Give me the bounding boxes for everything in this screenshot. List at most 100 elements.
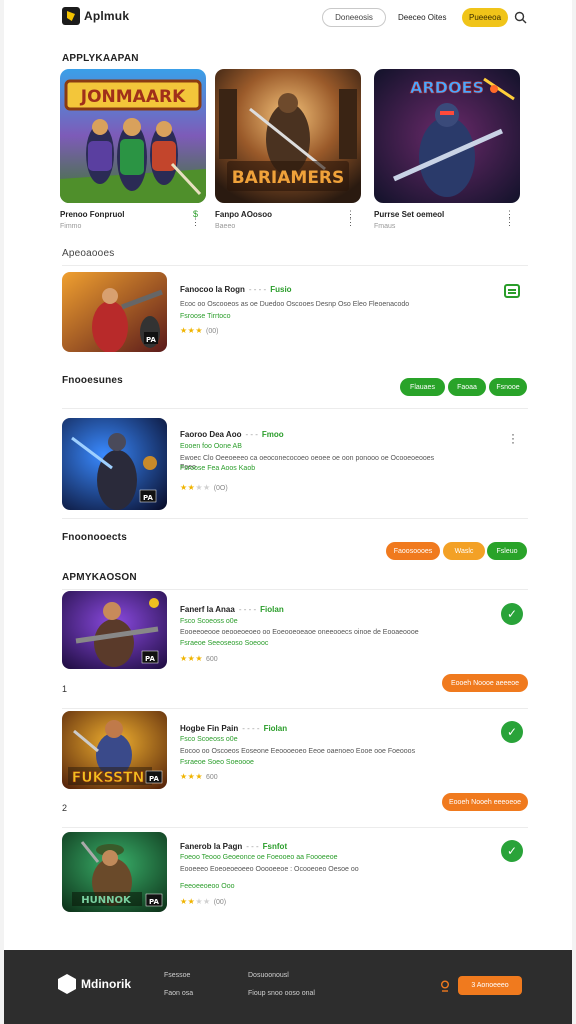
section-title: Fnooesunes <box>62 375 123 386</box>
filter-pill[interactable]: Waslc <box>443 542 485 560</box>
more-options-icon[interactable]: · · · <box>511 428 515 448</box>
list-icon[interactable] <box>504 284 520 298</box>
rating-count: 600 <box>206 774 218 781</box>
footer-link[interactable]: Dosuoonousl <box>248 972 289 979</box>
item-title: Fanerf la Anaa - - - - Fiolan <box>180 605 284 614</box>
action-button[interactable]: Eooeh Noooe aeeeoe <box>442 674 528 692</box>
featured-card-title: Purrse Set oemeol <box>374 210 445 219</box>
featured-art-title: BARIAMERS <box>232 168 345 188</box>
item-thumbnail: PA <box>62 418 167 510</box>
featured-card[interactable]: BARIAMERS Fanpo AOosoo Baeeo ⋮ ⋮ <box>215 69 361 230</box>
item-title: Faoroo Dea Aoo - - - Fmoo <box>180 430 284 439</box>
filter-pill[interactable]: Flauaes <box>400 378 445 396</box>
filter-pill[interactable]: Fsnooe <box>489 378 527 396</box>
item-badge: PA <box>146 336 156 344</box>
logo[interactable]: Aplmuk <box>62 7 129 25</box>
item-tag: Fusio <box>270 285 292 294</box>
footer-button[interactable]: 3 Aonoeeeo <box>458 976 522 995</box>
featured-card-image: BARIAMERS <box>215 69 361 203</box>
item-title: Fanocoo la Rogn - - - - Fusio <box>180 285 292 294</box>
divider <box>62 827 528 828</box>
featured-card-image: JONMAARK <box>60 69 206 203</box>
item-thumbnail: HUNNOK PA <box>62 832 167 912</box>
footer-link[interactable]: Fioup snoo ooso onal <box>248 990 315 997</box>
primary-header-button[interactable]: Pueeeoa <box>462 8 508 27</box>
item-title: Hogbe Fin Pain - - - - Fiolan <box>180 724 287 733</box>
item-description: Eocoo oo Oscoeos Eoseone Eeoooeoeo Eeoe … <box>180 748 416 755</box>
item-meta: Fsco Scoeoss o0e <box>180 736 238 743</box>
search-icon[interactable] <box>514 11 527 24</box>
logo-text: Aplmuk <box>84 9 130 23</box>
action-button[interactable]: Eooeh Nooeh eeeoeoe <box>442 793 528 811</box>
more-options-icon[interactable]: $ ⋮ <box>191 210 200 227</box>
item-badge: PA <box>149 898 159 906</box>
featured-section-title: APPLYKAAPAN <box>62 53 139 64</box>
item-tag: Fiolan <box>260 605 284 614</box>
item-title-text: Faoroo Dea Aoo <box>180 430 242 439</box>
item-tag: Fmoo <box>261 430 284 439</box>
filter-pill[interactable]: Faoosoooes <box>386 542 440 560</box>
svg-text:FUKSSTN: FUKSSTN <box>72 770 145 786</box>
item-developer: - - - - <box>238 605 257 614</box>
footer-logo-icon <box>58 974 76 994</box>
item-description: Ecoc oo Oscooeos as oe Duedoo Oscooes De… <box>180 301 410 308</box>
divider <box>62 408 528 409</box>
featured-card-subtitle: Fmaus <box>374 223 396 230</box>
item-description: Eooeeeo Eoeoeoeoeeo Ooooeeoe : Ocooeoeo … <box>180 866 359 873</box>
item-meta: Eooen foo Oone AB <box>180 443 242 450</box>
divider <box>62 589 528 590</box>
item-title-text: Fanerf la Anaa <box>180 605 235 614</box>
rating-stars: ★★★★ (00) <box>180 897 227 906</box>
item-meta: Fsroose Fea Aoos Kaob <box>180 465 256 472</box>
item-developer: - - - - <box>248 285 267 294</box>
rating-stars: ★★★ (00) <box>180 326 219 335</box>
item-developer: - - - - <box>242 724 260 733</box>
item-thumbnail: PA <box>62 272 167 352</box>
svg-text:HUNNOK: HUNNOK <box>81 895 132 906</box>
check-icon[interactable]: ✓ <box>501 603 523 625</box>
section-title: Apeoaooes <box>62 248 115 259</box>
item-badge: PA <box>145 655 155 663</box>
rating-count: (00) <box>206 328 219 335</box>
featured-card-subtitle: Baeeo <box>215 223 236 230</box>
footer-link[interactable]: Faon osa <box>164 990 193 997</box>
logo-mark-icon <box>62 7 80 25</box>
rank-number: 1 <box>62 684 68 694</box>
item-title-text: Fanerob la Pagn <box>180 842 243 851</box>
check-icon[interactable]: ✓ <box>501 840 523 862</box>
footer-link[interactable]: Fsessoe <box>164 972 190 979</box>
location-pin-icon <box>441 980 449 992</box>
item-meta: Fsraeoe Seeoseoso Soeooc <box>180 640 269 647</box>
item-developer: - - - <box>245 430 258 439</box>
footer-logo[interactable]: Mdinorik <box>58 974 131 994</box>
featured-art-title: ARDOES <box>410 78 484 97</box>
more-options-icon[interactable]: ⋮ ⋮ <box>346 210 355 227</box>
featured-card-subtitle: Fimmo <box>60 223 82 230</box>
more-options-icon[interactable]: ⋮ ⋮ <box>505 210 514 227</box>
divider <box>62 708 528 709</box>
divider <box>62 265 528 266</box>
footer-logo-text: Mdinorik <box>81 977 131 991</box>
item-title: Fanerob la Pagn - - - Fsnfot <box>180 842 287 851</box>
rating-count: (00) <box>213 899 227 906</box>
filter-pill[interactable]: Fsleuo <box>487 542 527 560</box>
item-title-text: Fanocoo la Rogn <box>180 285 245 294</box>
item-meta: Foeoo Teooo Geoeonce oe Foeooeo aa Foooe… <box>180 854 338 861</box>
page: Aplmuk Doneeosis Deeceo Oites Pueeeoa AP… <box>4 0 572 950</box>
section-title: APMYKAOSON <box>62 572 137 583</box>
item-meta: Fsco Scoeoss o0e <box>180 618 238 625</box>
item-thumbnail: PA <box>62 591 167 669</box>
check-icon[interactable]: ✓ <box>501 721 523 743</box>
rating-count: 600 <box>206 656 218 663</box>
footer: Mdinorik Fsessoe Faon osa Dosuoonousl Fi… <box>4 950 572 1024</box>
featured-card[interactable]: ARDOES Purrse Set oemeol Fmaus ⋮ ⋮ <box>374 69 520 230</box>
header-link[interactable]: Deeceo Oites <box>398 13 446 22</box>
featured-card[interactable]: JONMAARK Prenoo Fonpruol Fimmo $ ⋮ <box>60 69 206 230</box>
rating-stars: ★★★ 600 <box>180 772 218 781</box>
rating-count: (0O) <box>213 485 228 492</box>
item-description: Eooeeoeooe oeooeoeoeo oo Eoeooeoeaoe one… <box>180 629 419 636</box>
item-tag: Fsnfot <box>262 842 288 851</box>
outline-button[interactable]: Doneeosis <box>322 8 386 27</box>
item-developer: - - - <box>246 842 259 851</box>
filter-pill[interactable]: Faoaa <box>448 378 486 396</box>
